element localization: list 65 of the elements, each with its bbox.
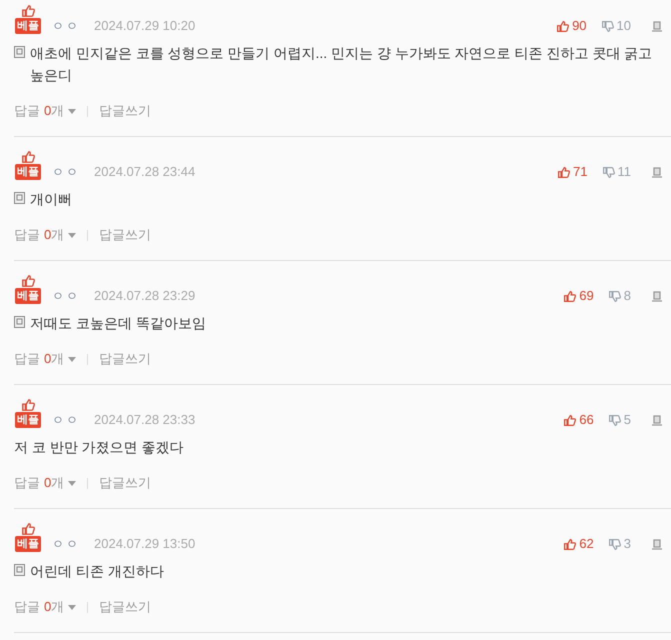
write-reply-link[interactable]: 답글쓰기 (99, 102, 152, 120)
comment-date: 2024.07.29 13:50 (94, 536, 196, 552)
like-button[interactable]: 71 (557, 164, 588, 180)
thumbs-up-icon (20, 274, 36, 288)
caret-icon (68, 480, 76, 486)
report-icon[interactable] (651, 538, 663, 550)
author-name: ㅇㅇ (52, 412, 80, 428)
comment-date: 2024.07.28 23:44 (94, 164, 196, 180)
report-icon[interactable] (651, 166, 663, 178)
caret-icon (68, 108, 76, 114)
comment-date: 2024.07.29 10:20 (94, 18, 196, 34)
comment-text: 저 코 반만 가졌으면 좋겠다 (14, 438, 184, 457)
comment-text: 저때도 코높은데 똑같아보임 (30, 314, 206, 333)
best-badge: 베플 (15, 164, 41, 180)
dislike-button[interactable]: 3 (608, 536, 631, 552)
like-button[interactable]: 62 (563, 536, 594, 552)
thumbs-up-icon (20, 4, 36, 18)
report-icon[interactable] (651, 20, 663, 32)
like-button[interactable]: 69 (563, 288, 594, 304)
author-name: ㅇㅇ (52, 164, 80, 180)
write-reply-link[interactable]: 답글쓰기 (99, 226, 152, 244)
comment-text: 어린데 티존 개진하다 (30, 562, 164, 581)
thumbs-down-icon (602, 166, 614, 178)
report-icon[interactable] (651, 290, 663, 302)
thumbs-up-icon (556, 20, 570, 32)
dislike-button[interactable]: 8 (608, 288, 631, 304)
comment-date: 2024.07.28 23:29 (94, 288, 196, 304)
thumbs-up-icon (563, 538, 576, 550)
thumbs-up-icon (20, 522, 36, 536)
reply-count-toggle[interactable]: 답글 0개 (14, 350, 76, 368)
author-name: ㅇㅇ (52, 18, 80, 34)
like-button[interactable]: 90 (556, 18, 587, 34)
best-badge: 베플 (15, 288, 41, 304)
thumbs-up-icon (20, 398, 36, 412)
dislike-button[interactable]: 5 (608, 412, 631, 428)
caret-icon (68, 232, 76, 238)
reply-count-toggle[interactable]: 답글 0개 (14, 598, 76, 616)
write-reply-link[interactable]: 답글쓰기 (99, 474, 152, 492)
best-badge: 베플 (15, 18, 41, 34)
thumbs-down-icon (600, 20, 614, 32)
dislike-button[interactable]: 10 (600, 18, 631, 34)
like-button[interactable]: 66 (563, 412, 594, 428)
comment-date: 2024.07.28 23:33 (94, 412, 196, 428)
thumbs-up-icon (557, 166, 570, 178)
caret-icon (68, 356, 76, 362)
reply-count-toggle[interactable]: 답글 0개 (14, 102, 76, 120)
author-name: ㅇㅇ (52, 536, 80, 552)
dislike-button[interactable]: 11 (602, 164, 631, 180)
comment-text: 애초에 민지같은 코를 성형으로 만들기 어렵지... 민지는 걍 누가봐도 자연으로 티존 진하고 콧대 굵고 높은디 (30, 44, 654, 85)
author-name: ㅇㅇ (52, 288, 80, 304)
caret-icon (68, 604, 76, 610)
report-icon[interactable] (651, 414, 663, 426)
thumbs-down-icon (608, 414, 621, 426)
comment-text: 개이뻐 (30, 190, 72, 209)
thumbs-down-icon (608, 290, 621, 302)
thumbs-up-icon (563, 290, 576, 302)
reply-count-toggle[interactable]: 답글 0개 (14, 474, 76, 492)
write-reply-link[interactable]: 답글쓰기 (99, 598, 152, 616)
thumbs-up-icon (20, 150, 36, 164)
thumbs-up-icon (563, 414, 576, 426)
thumbs-down-icon (608, 538, 621, 550)
best-badge: 베플 (15, 412, 41, 428)
write-reply-link[interactable]: 답글쓰기 (99, 350, 152, 368)
best-badge: 베플 (15, 536, 41, 552)
reply-count-toggle[interactable]: 답글 0개 (14, 226, 76, 244)
